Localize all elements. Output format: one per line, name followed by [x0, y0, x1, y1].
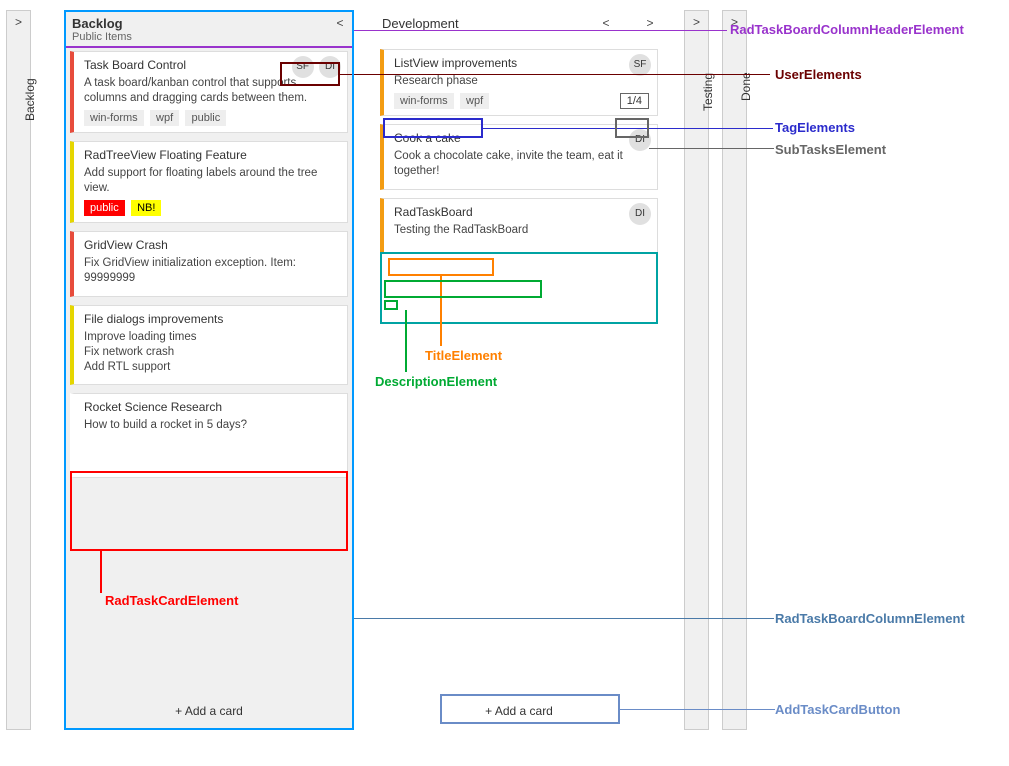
card-title: RadTreeView Floating Feature [84, 148, 339, 162]
card-description: Add support for floating labels around t… [84, 166, 339, 196]
card-list: SF ListView improvements Research phase … [374, 35, 664, 253]
card-title: Rocket Science Research [84, 400, 339, 414]
collapsed-column-testing: > Testing [684, 10, 709, 730]
task-card[interactable]: DI Cook a cake Cook a chocolate cake, in… [380, 124, 658, 190]
card-title: ListView improvements [394, 56, 649, 70]
collapsed-column-done: > Done [722, 10, 747, 730]
annotation-column: RadTaskBoardColumnElement [775, 611, 965, 626]
task-card[interactable]: GridView Crash Fix GridView initializati… [70, 231, 348, 297]
line [354, 618, 774, 619]
add-card-button[interactable]: + Add a card [64, 696, 354, 726]
task-card[interactable]: SF ListView improvements Research phase … [380, 49, 658, 116]
tag: NB! [131, 200, 161, 216]
desc-line: Fix network crash [84, 346, 174, 358]
line [620, 709, 775, 710]
annotation-users: UserElements [775, 67, 862, 82]
tag-elements: public NB! [84, 200, 339, 216]
column-title: Backlog [72, 16, 346, 31]
avatar: SF [629, 54, 651, 76]
card-description: Improve loading times Fix network crash … [84, 330, 339, 375]
column-header: Backlog Public Items < [64, 10, 354, 47]
avatar: DI [629, 129, 651, 151]
avatar: DI [319, 56, 341, 78]
annotation-add: AddTaskCardButton [775, 702, 900, 717]
avatar: SF [292, 56, 314, 78]
task-card[interactable]: RadTreeView Floating Feature Add support… [70, 141, 348, 223]
tag-elements: win-forms wpf public [84, 110, 339, 126]
card-description: Testing the RadTaskBoard [394, 223, 649, 238]
column-development: Development < > SF ListView improvements… [374, 10, 664, 730]
annotation-desc: DescriptionElement [375, 374, 497, 389]
card-description: A task board/kanban control that support… [84, 76, 339, 106]
subtasks-element: 1/4 [620, 93, 649, 109]
card-title: File dialogs improvements [84, 312, 339, 326]
annotation-header: RadTaskBoardColumnHeaderElement [730, 22, 964, 37]
column-header: Development < > [374, 10, 664, 35]
task-card[interactable]: Rocket Science Research How to build a r… [70, 393, 348, 478]
line [340, 74, 770, 75]
tag-elements: win-forms wpf 1/4 [394, 93, 649, 109]
expand-button[interactable]: > [7, 11, 30, 33]
collapse-button[interactable]: < [332, 16, 348, 32]
user-elements: DI [627, 203, 651, 225]
tag: public [185, 110, 226, 126]
collapsed-column-label: Backlog [23, 78, 37, 121]
tag: wpf [150, 110, 179, 126]
column-backlog: Backlog Public Items < SF DI Task Board … [64, 10, 354, 730]
column-subtitle: Public Items [72, 31, 346, 43]
tag: win-forms [394, 93, 454, 109]
annotation-tags: TagElements [775, 120, 855, 135]
card-title: Cook a cake [394, 131, 649, 145]
annotation-card: RadTaskCardElement [105, 593, 238, 608]
card-title: GridView Crash [84, 238, 339, 252]
user-elements: SF DI [290, 56, 341, 78]
line [354, 30, 727, 31]
line [440, 276, 442, 346]
collapsed-column-backlog: > Backlog [6, 10, 31, 730]
tag: public [84, 200, 125, 216]
card-title: RadTaskBoard [394, 205, 649, 219]
column-title: Development [382, 16, 656, 31]
card-list: SF DI Task Board Control A task board/ka… [64, 47, 354, 478]
line [405, 310, 407, 372]
tag: win-forms [84, 110, 144, 126]
card-description: Fix GridView initialization exception. I… [84, 256, 339, 286]
card-description: Research phase [394, 74, 649, 89]
task-card[interactable]: SF DI Task Board Control A task board/ka… [70, 51, 348, 133]
card-description: How to build a rocket in 5 days? [84, 418, 339, 433]
line [100, 551, 102, 593]
tag: wpf [460, 93, 489, 109]
line [483, 128, 773, 129]
collapsed-column-label: Testing [701, 73, 715, 111]
annotation-title: TitleElement [425, 348, 502, 363]
annotation-subtasks: SubTasksElement [775, 142, 886, 157]
desc-line: Add RTL support [84, 361, 170, 373]
card-description: Cook a chocolate cake, invite the team, … [394, 149, 649, 179]
user-elements: DI [627, 129, 651, 151]
line [649, 148, 774, 149]
task-card[interactable]: DI RadTaskBoard Testing the RadTaskBoard [380, 198, 658, 253]
collapsed-column-label: Done [739, 72, 753, 101]
task-card[interactable]: File dialogs improvements Improve loadin… [70, 305, 348, 386]
desc-line: Improve loading times [84, 331, 197, 343]
add-card-button[interactable]: + Add a card [374, 696, 664, 726]
avatar: DI [629, 203, 651, 225]
user-elements: SF [627, 54, 651, 76]
